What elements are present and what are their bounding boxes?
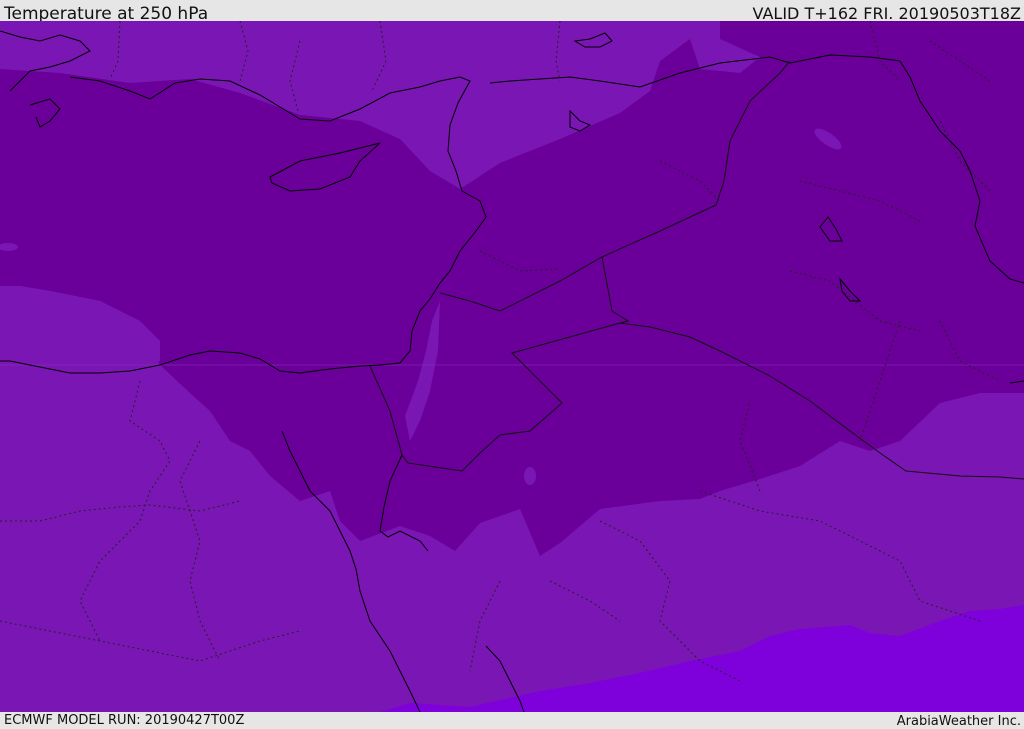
model-run: ECMWF MODEL RUN: 20190427T00Z xyxy=(4,713,245,728)
map-canvas xyxy=(0,21,1024,712)
warm-patch xyxy=(524,467,536,485)
credit-label: ArabiaWeather Inc. xyxy=(896,714,1021,729)
map-footer: ECMWF MODEL RUN: 20190427T00Z ArabiaWeat… xyxy=(0,712,1024,729)
temperature-map xyxy=(0,21,1024,712)
warm-patch xyxy=(585,526,595,538)
map-header: Temperature at 250 hPa VALID T+162 FRI. … xyxy=(0,0,1024,24)
